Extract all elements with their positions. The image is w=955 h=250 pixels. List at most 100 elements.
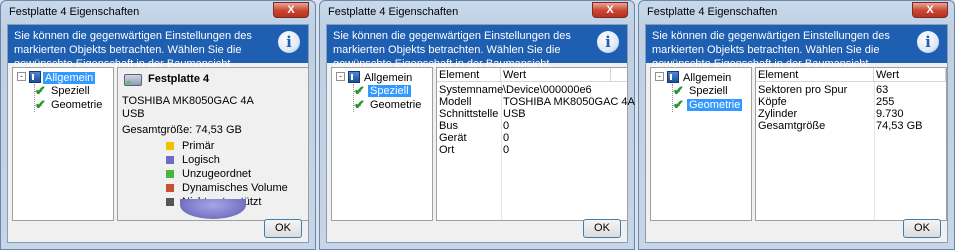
properties-window-general: Festplatte 4 Eigenschaften X Sie können … [0,0,316,250]
tree-item-geometrie[interactable]: Geometrie [687,98,743,112]
disk-name: Festplatte 4 [148,73,210,85]
ok-button[interactable]: OK [903,219,941,238]
table-header: Element Wert [756,68,946,82]
tree-item-label: Speziell [689,85,728,97]
ok-button-label: OK [275,222,291,234]
window-title: Festplatte 4 Eigenschaften [647,6,778,18]
legend-label: Dynamisches Volume [182,182,288,194]
tree-item-geometrie[interactable]: Geometrie [368,98,423,112]
tree-item-allgemein[interactable]: Allgemein [43,71,96,85]
tree-item-speziell[interactable]: Speziell [49,84,92,98]
tree-item-allgemein[interactable]: Allgemein [681,71,733,85]
table-cell-element: Zylinder [758,108,798,120]
table-cell-value: 63 [876,84,889,96]
info-banner: Sie können die gegenwärtigen Einstellung… [8,25,308,70]
legend-swatch [166,198,174,206]
tree-item-label: Geometrie [687,99,743,111]
table-cell-element: Gesamtgröße [758,120,826,132]
hard-drive-icon [29,71,41,83]
tree-view[interactable]: - Allgemein ✔ Speziell ✔ Geometrie [650,67,752,221]
hard-drive-icon [348,71,360,83]
tree-item-speziell[interactable]: Speziell [687,84,730,98]
collapse-toggle[interactable]: - [336,72,345,81]
close-icon: X [287,4,295,16]
window-title: Festplatte 4 Eigenschaften [9,6,140,18]
table-cell-value: 0 [503,144,510,156]
info-icon: i [278,31,300,53]
column-header-element[interactable]: Element [756,68,874,82]
close-icon: X [926,4,934,16]
table-cell-element: Gerät [439,132,467,144]
banner-text: Sie können die gegenwärtigen Einstellung… [652,30,890,70]
partition-pie [180,199,246,219]
legend-swatch [166,170,174,178]
check-icon: ✔ [35,83,46,98]
tree-item-speziell[interactable]: Speziell [368,84,411,98]
close-button[interactable]: X [912,2,948,18]
table-cell-element: Ort [439,144,455,156]
tree-item-label: Allgemein [364,72,413,84]
properties-window-geometry: Festplatte 4 Eigenschaften X Sie können … [638,0,955,250]
legend-label: Unzugeordnet [182,168,252,180]
close-icon: X [606,4,614,16]
legend-swatch [166,142,174,150]
tree-item-label: Allgemein [43,72,96,84]
collapse-toggle[interactable]: - [655,72,664,81]
ok-button-label: OK [914,222,930,234]
check-icon: ✔ [673,97,684,112]
tree-item-label: Allgemein [683,72,732,84]
table-cell-element: Modell [439,96,472,108]
table-cell-value: \Device\000000e6 [503,84,592,96]
info-banner: Sie können die gegenwärtigen Einstellung… [327,25,627,70]
disk-size: Gesamtgröße: 74,53 GB [122,124,242,136]
disk-model: TOSHIBA MK8050GAC 4A [122,95,254,107]
info-banner: Sie können die gegenwärtigen Einstellung… [646,25,947,70]
legend-swatch [166,184,174,192]
table-cell-value: 9.730 [876,108,904,120]
tree-item-label: Geometrie [370,99,422,111]
tree-item-geometrie[interactable]: Geometrie [49,98,104,112]
banner-text: Sie können die gegenwärtigen Einstellung… [333,30,571,70]
table-cell-value: USB [503,108,526,120]
properties-table[interactable]: Element Wert Sektoren pro Spur 63 Köpfe … [755,67,947,221]
close-button[interactable]: X [273,2,309,18]
dialog-client: Sie können die gegenwärtigen Einstellung… [645,24,948,243]
check-icon: ✔ [35,97,46,112]
tree-view[interactable]: - Allgemein ✔ Speziell ✔ Geometrie [331,67,433,221]
banner-text: Sie können die gegenwärtigen Einstellung… [14,30,252,70]
column-header-value[interactable]: Wert [874,68,946,82]
table-cell-value: 0 [503,132,510,144]
table-cell-element: Sektoren pro Spur [758,84,848,96]
disk-bus: USB [122,108,145,120]
hard-drive-icon [667,71,679,83]
info-icon: i [917,31,939,53]
ok-button[interactable]: OK [583,219,621,238]
tree-item-allgemein[interactable]: Allgemein [362,71,414,85]
check-icon: ✔ [354,97,365,112]
title-bar[interactable]: Festplatte 4 Eigenschaften X [639,1,954,23]
table-cell-element: Systemname [439,84,504,96]
tree-item-label: Speziell [368,85,411,97]
close-button[interactable]: X [592,2,628,18]
collapse-toggle[interactable]: - [17,72,26,81]
title-bar[interactable]: Festplatte 4 Eigenschaften X [320,1,634,23]
dialog-client: Sie können die gegenwärtigen Einstellung… [326,24,635,243]
general-pane: Festplatte 4 TOSHIBA MK8050GAC 4A USB Ge… [117,67,309,221]
ok-button[interactable]: OK [264,219,302,238]
table-cell-element: Bus [439,120,458,132]
properties-window-special: Festplatte 4 Eigenschaften X Sie können … [319,0,635,250]
column-header-element[interactable]: Element [437,68,501,82]
legend-swatch [166,156,174,164]
properties-table[interactable]: Element Wert Systemname \Device\000000e6… [436,67,635,221]
hard-drive-icon [124,74,142,86]
check-icon: ✔ [673,83,684,98]
table-header: Element Wert [437,68,627,82]
legend-label: Logisch [182,154,220,166]
column-header-value[interactable]: Wert [501,68,611,82]
table-cell-element: Köpfe [758,96,787,108]
check-icon: ✔ [354,83,365,98]
table-cell-value: TOSHIBA MK8050GAC 4A [503,96,635,108]
info-icon: i [597,31,619,53]
title-bar[interactable]: Festplatte 4 Eigenschaften X [1,1,315,23]
tree-view[interactable]: - Allgemein ✔ Speziell ✔ Geometrie [12,67,114,221]
